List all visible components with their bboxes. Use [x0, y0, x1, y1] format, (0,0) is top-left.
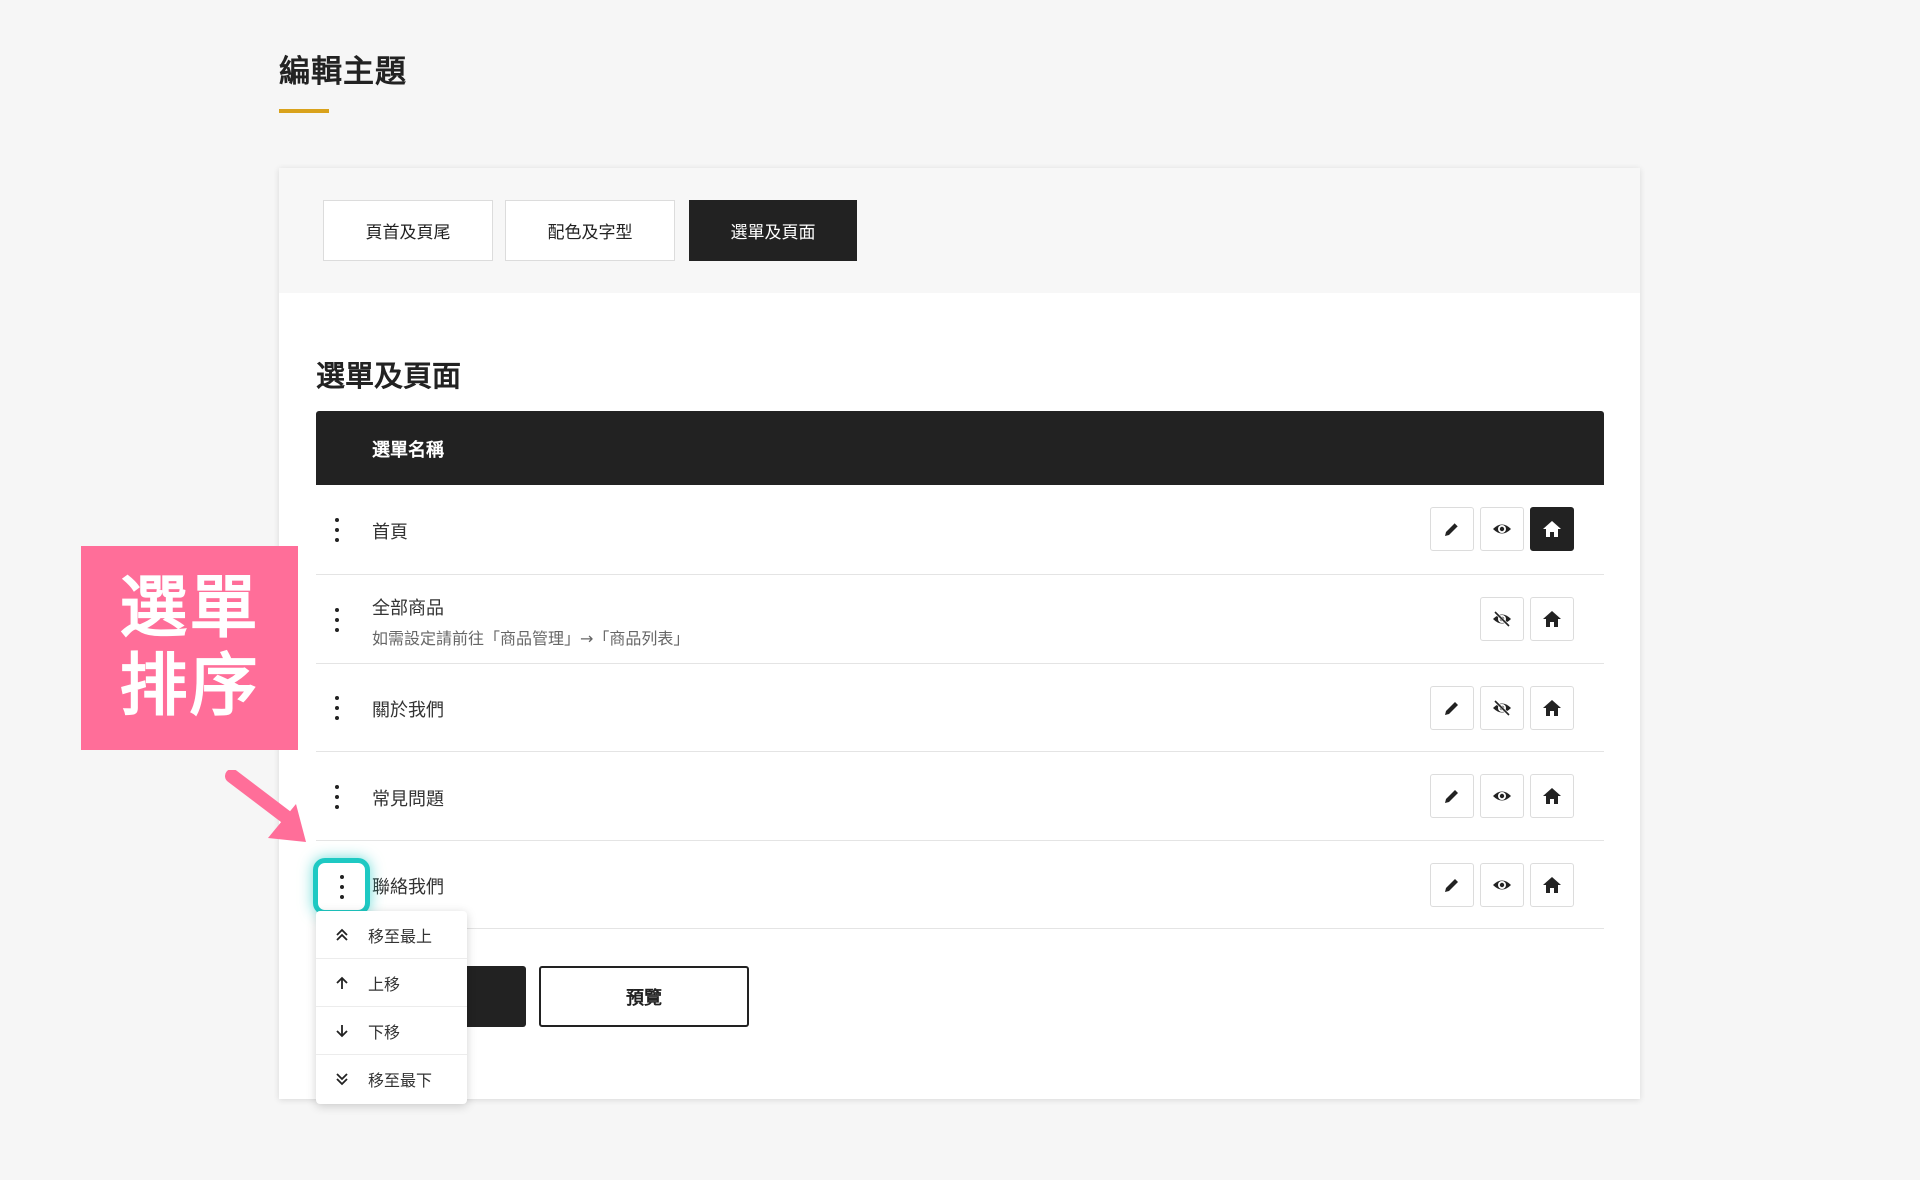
visibility-button[interactable] [1480, 507, 1524, 551]
tab-colors-fonts[interactable]: 配色及字型 [505, 200, 675, 261]
theme-editor-card: 頁首及頁尾 配色及字型 選單及頁面 選單及頁面 選單名稱 首頁 全部商品 如需設… [279, 168, 1640, 1099]
eye-slash-icon [1493, 610, 1511, 628]
dropdown-item-label: 移至最下 [368, 1071, 433, 1090]
row-name: 聯絡我們 [372, 877, 444, 898]
annotation-line-1: 選單 [119, 569, 260, 648]
table-row: 聯絡我們 [316, 841, 1604, 929]
move-up-item[interactable]: 上移 [316, 959, 467, 1007]
table-row: 首頁 [316, 485, 1604, 575]
title-underline [279, 109, 329, 113]
pointer-arrow-icon [225, 770, 306, 842]
eye-icon [1493, 791, 1511, 801]
tab-header-footer[interactable]: 頁首及頁尾 [323, 200, 493, 261]
column-menu-name: 選單名稱 [372, 440, 444, 461]
home-icon [1543, 700, 1561, 716]
row-menu-handle-icon[interactable] [332, 518, 342, 542]
row-name: 首頁 [372, 522, 408, 543]
pencil-icon [1445, 879, 1458, 892]
row-menu-handle-icon[interactable] [332, 785, 342, 809]
visibility-button[interactable] [1480, 863, 1524, 907]
set-home-button[interactable] [1530, 686, 1574, 730]
row-menu-handle-icon[interactable] [332, 608, 342, 632]
set-home-button[interactable] [1530, 507, 1574, 551]
edit-button[interactable] [1430, 507, 1474, 551]
tab-menu-pages[interactable]: 選單及頁面 [689, 200, 857, 261]
table-header: 選單名稱 [316, 411, 1604, 485]
row-name: 常見問題 [372, 789, 444, 810]
table-row: 全部商品 如需設定請前往「商品管理」→「商品列表」 [316, 575, 1604, 664]
table-row: 常見問題 [316, 752, 1604, 841]
row-name: 關於我們 [372, 700, 444, 721]
move-to-bottom-item[interactable]: 移至最下 [316, 1055, 467, 1103]
visibility-button[interactable] [1480, 686, 1524, 730]
row-note: 如需設定請前往「商品管理」→「商品列表」 [372, 629, 690, 648]
home-icon [1543, 611, 1561, 627]
pencil-icon [1445, 702, 1458, 715]
pencil-icon [1445, 790, 1458, 803]
home-icon [1543, 521, 1561, 537]
row-menu-handle-highlighted[interactable] [313, 858, 370, 915]
set-home-button[interactable] [1530, 597, 1574, 641]
tabs-bar: 頁首及頁尾 配色及字型 選單及頁面 [279, 168, 1640, 293]
table-row: 關於我們 [316, 664, 1604, 752]
pencil-icon [1445, 522, 1459, 536]
visibility-button[interactable] [1480, 774, 1524, 818]
dropdown-item-label: 下移 [368, 1022, 401, 1042]
eye-slash-icon [1493, 699, 1511, 717]
set-home-button[interactable] [1530, 774, 1574, 818]
edit-button[interactable] [1430, 863, 1474, 907]
dropdown-item-label: 移至最上 [368, 926, 433, 946]
section-title: 選單及頁面 [316, 359, 462, 393]
eye-icon [1493, 524, 1511, 534]
arrow-up-icon [333, 974, 351, 992]
edit-button[interactable] [1430, 686, 1474, 730]
row-name: 全部商品 [372, 598, 444, 619]
vertical-dots-icon [337, 874, 347, 899]
preview-button[interactable]: 預覽 [539, 966, 749, 1027]
page-title: 編輯主題 [279, 54, 407, 90]
double-chevron-down-icon [333, 1070, 351, 1088]
arrow-down-icon [333, 1022, 351, 1040]
move-down-item[interactable]: 下移 [316, 1007, 467, 1055]
home-icon [1543, 877, 1561, 893]
move-to-top-item[interactable]: 移至最上 [316, 911, 467, 959]
double-chevron-up-icon [333, 926, 351, 944]
row-menu-handle-icon[interactable] [332, 696, 342, 720]
visibility-button[interactable] [1480, 597, 1524, 641]
annotation-callout: 選單 排序 [81, 546, 298, 750]
annotation-line-2: 排序 [119, 647, 260, 726]
set-home-button[interactable] [1530, 863, 1574, 907]
sort-dropdown-menu: 移至最上 上移 下移 移至最下 [316, 911, 467, 1104]
dropdown-item-label: 上移 [368, 974, 401, 994]
eye-icon [1493, 880, 1511, 890]
home-icon [1543, 788, 1561, 804]
edit-button[interactable] [1430, 774, 1474, 818]
